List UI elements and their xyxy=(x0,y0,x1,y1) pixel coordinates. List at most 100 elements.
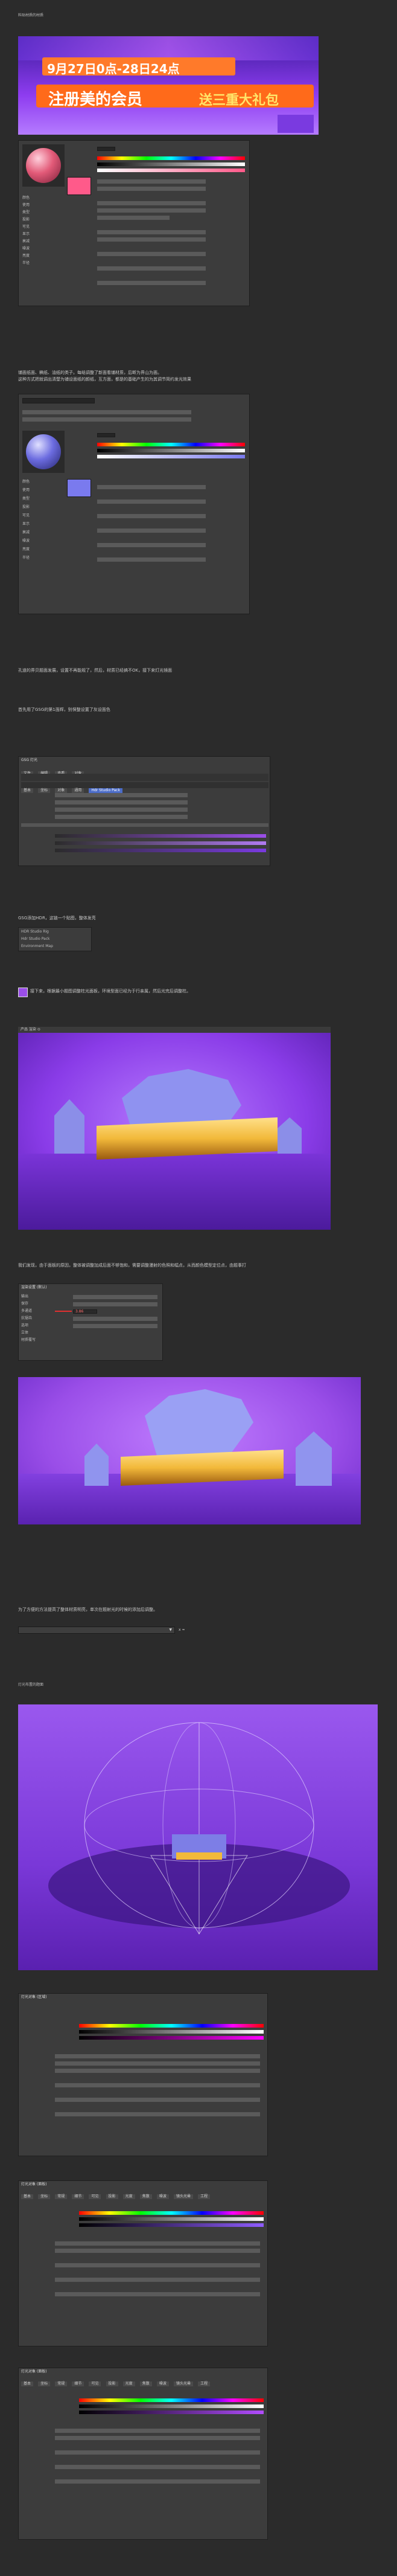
param-bar[interactable] xyxy=(97,252,206,256)
channel-item[interactable]: 衰减 xyxy=(22,530,59,535)
dropdown-select[interactable]: ▼ xyxy=(18,1627,175,1634)
param-bar[interactable] xyxy=(97,201,206,205)
tab-item[interactable]: 基本 xyxy=(21,2382,34,2386)
param-bar[interactable] xyxy=(55,2083,260,2087)
channel-item[interactable]: 颜色 xyxy=(22,195,59,201)
material-color-swatch[interactable] xyxy=(67,479,91,497)
param-bar[interactable] xyxy=(97,208,206,213)
channel-item[interactable]: 亮度 xyxy=(22,547,59,552)
saturation-slider[interactable] xyxy=(79,2411,264,2414)
param-bar[interactable] xyxy=(97,528,206,533)
brightness-slider[interactable] xyxy=(79,2404,264,2408)
tab-item[interactable]: 通用 xyxy=(72,788,84,793)
param-bar[interactable] xyxy=(55,2479,260,2484)
param-bar[interactable] xyxy=(55,793,188,797)
settings-item[interactable]: 输出 xyxy=(21,1294,57,1299)
channel-item[interactable]: 颜色 xyxy=(22,479,59,484)
hue-slider[interactable] xyxy=(79,2398,264,2402)
param-bar[interactable] xyxy=(97,514,206,518)
settings-item[interactable]: 立体 xyxy=(21,1330,57,1335)
param-bar[interactable] xyxy=(55,2112,260,2116)
param-bar[interactable] xyxy=(97,485,206,489)
tab-item[interactable]: 镜头光晕 xyxy=(173,2194,193,2199)
param-bar[interactable] xyxy=(55,2241,260,2246)
color-field[interactable] xyxy=(97,433,115,437)
hue-slider[interactable] xyxy=(97,156,245,160)
param-bar[interactable] xyxy=(55,2436,260,2440)
param-bar[interactable] xyxy=(73,1302,157,1306)
tab-item[interactable]: 可见 xyxy=(89,2194,101,2199)
settings-item[interactable]: 材质覆写 xyxy=(21,1337,57,1343)
tab-item[interactable]: 基本 xyxy=(21,788,34,793)
list-item[interactable]: Hdr Studio Pack xyxy=(21,936,89,942)
param-bar[interactable] xyxy=(97,237,206,242)
tab-item[interactable]: 焦散 xyxy=(139,2194,152,2199)
tab-item[interactable]: 细节 xyxy=(72,2194,84,2199)
color-gradient-slider[interactable] xyxy=(55,841,266,845)
param-bar[interactable] xyxy=(55,2263,260,2267)
saturation-slider[interactable] xyxy=(79,2223,264,2227)
hue-slider[interactable] xyxy=(79,2211,264,2215)
param-bar[interactable] xyxy=(55,2292,260,2296)
tab-item[interactable]: 光度 xyxy=(122,2194,135,2199)
channel-item[interactable]: 使用 xyxy=(22,202,59,208)
channel-item[interactable]: 亮度 xyxy=(22,253,59,259)
tab-item[interactable]: 焦散 xyxy=(139,2382,152,2386)
saturation-slider[interactable] xyxy=(79,2036,264,2040)
brightness-slider[interactable] xyxy=(97,449,245,452)
channel-item[interactable]: 类型 xyxy=(22,210,59,215)
param-bar[interactable] xyxy=(73,1295,157,1299)
param-bar[interactable] xyxy=(97,557,206,562)
param-bar[interactable] xyxy=(97,179,206,184)
channel-item[interactable]: 噪波 xyxy=(22,538,59,544)
color-gradient-slider[interactable] xyxy=(55,849,266,852)
tab-item[interactable]: 基本 xyxy=(21,2194,34,2199)
channel-item[interactable]: 类型 xyxy=(22,496,59,501)
settings-item[interactable]: 多通道 xyxy=(21,1308,57,1314)
param-bar[interactable] xyxy=(97,216,170,220)
tab-highlight[interactable]: Hdr Studio Pack xyxy=(89,788,122,793)
param-bar[interactable] xyxy=(55,2450,260,2455)
channel-item[interactable]: 噪波 xyxy=(22,246,59,251)
settings-item[interactable]: 抗锯齿 xyxy=(21,1315,57,1321)
param-bar[interactable] xyxy=(55,2278,260,2282)
tab-item[interactable]: 噪波 xyxy=(156,2194,169,2199)
tab-item[interactable]: 细节 xyxy=(72,2382,84,2386)
param-bar[interactable] xyxy=(55,2249,260,2253)
param-bar[interactable] xyxy=(55,2098,260,2102)
tab-item[interactable]: 光度 xyxy=(122,2382,135,2386)
tab-item[interactable]: 噪波 xyxy=(156,2382,169,2386)
channel-item[interactable]: 投影 xyxy=(22,504,59,510)
param-bar[interactable] xyxy=(55,2061,260,2066)
param-bar[interactable] xyxy=(55,815,188,819)
list-item[interactable]: Environment Map xyxy=(21,943,89,949)
settings-item[interactable]: 选项 xyxy=(21,1323,57,1328)
channel-item[interactable]: 使用 xyxy=(22,487,59,493)
tab-item[interactable]: 工程 xyxy=(198,2194,211,2199)
param-bar[interactable] xyxy=(55,2054,260,2058)
hue-slider[interactable] xyxy=(97,443,245,446)
tab-item[interactable]: 坐标 xyxy=(38,2382,51,2386)
brightness-slider[interactable] xyxy=(97,162,245,166)
param-bar[interactable] xyxy=(97,499,206,504)
param-bar[interactable] xyxy=(55,2465,260,2469)
param-bar[interactable] xyxy=(73,1324,157,1328)
brightness-slider[interactable] xyxy=(79,2030,264,2034)
brightness-slider[interactable] xyxy=(79,2217,264,2221)
settings-item[interactable]: 保存 xyxy=(21,1301,57,1306)
channel-item[interactable]: 可见 xyxy=(22,513,59,518)
param-bar[interactable] xyxy=(55,808,188,812)
tab-item[interactable]: 常规 xyxy=(55,2382,68,2386)
param-bar[interactable] xyxy=(97,230,206,234)
param-bar[interactable] xyxy=(55,800,188,805)
hue-slider[interactable] xyxy=(79,2024,264,2028)
tab-item[interactable]: 可见 xyxy=(89,2382,101,2386)
param-bar[interactable] xyxy=(22,410,191,414)
param-bar[interactable] xyxy=(73,1317,157,1321)
channel-item[interactable]: 半径 xyxy=(22,260,59,266)
tab-item[interactable]: 坐标 xyxy=(38,2194,51,2199)
channel-item[interactable]: 显示 xyxy=(22,231,59,237)
channel-item[interactable]: 显示 xyxy=(22,521,59,527)
tab-item[interactable]: 对象 xyxy=(55,788,68,793)
color-field[interactable] xyxy=(97,147,115,151)
